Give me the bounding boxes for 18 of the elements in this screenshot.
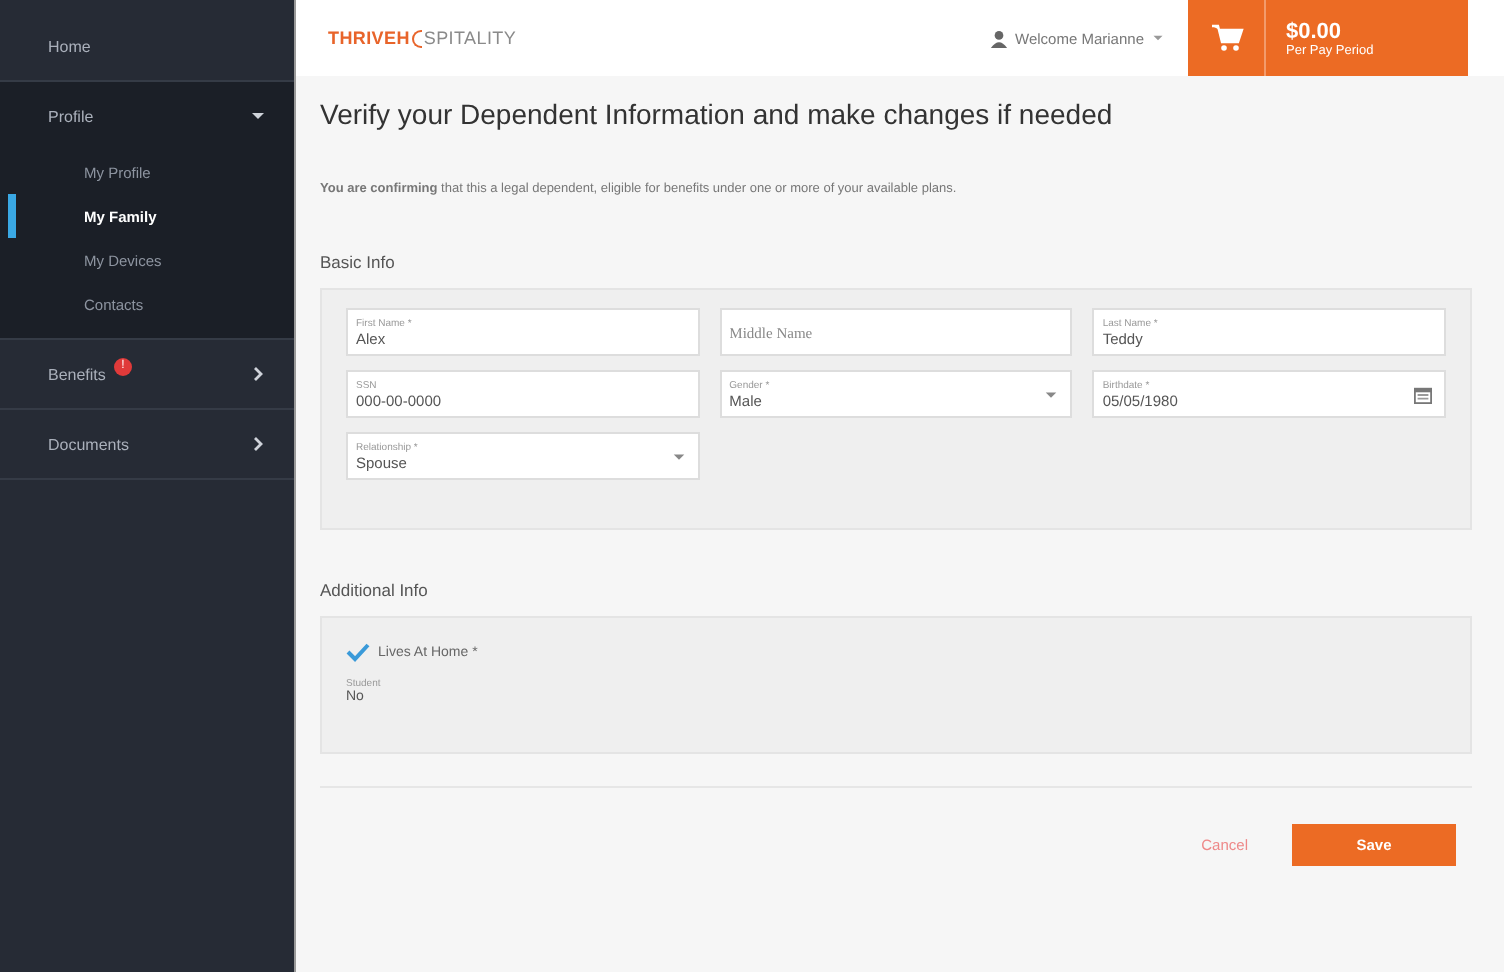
sidebar-item[interactable]: Documents <box>0 410 294 478</box>
cart-amount: $0.00 <box>1286 19 1344 43</box>
chevron-right-icon <box>250 366 266 382</box>
checkmark-icon <box>346 642 370 662</box>
section-heading: Additional Info <box>320 580 430 600</box>
caret-down-icon <box>1044 387 1059 401</box>
calendar-icon <box>1414 385 1432 403</box>
caret-down-icon <box>250 108 266 124</box>
logo: THRIVEH SPITALITY <box>328 28 517 48</box>
caret-down-icon <box>671 449 686 463</box>
sidebar-item[interactable]: Profile <box>0 82 294 150</box>
cart-icon <box>1212 24 1244 52</box>
section-heading: Basic Info <box>320 252 397 272</box>
sidebar-item[interactable]: Home <box>0 12 294 80</box>
chevron-right-icon <box>250 436 266 452</box>
caret-down-icon <box>1152 32 1164 44</box>
page-title: Verify your Dependent Information and make changes if needed <box>320 98 1115 130</box>
user-icon <box>989 29 1008 47</box>
